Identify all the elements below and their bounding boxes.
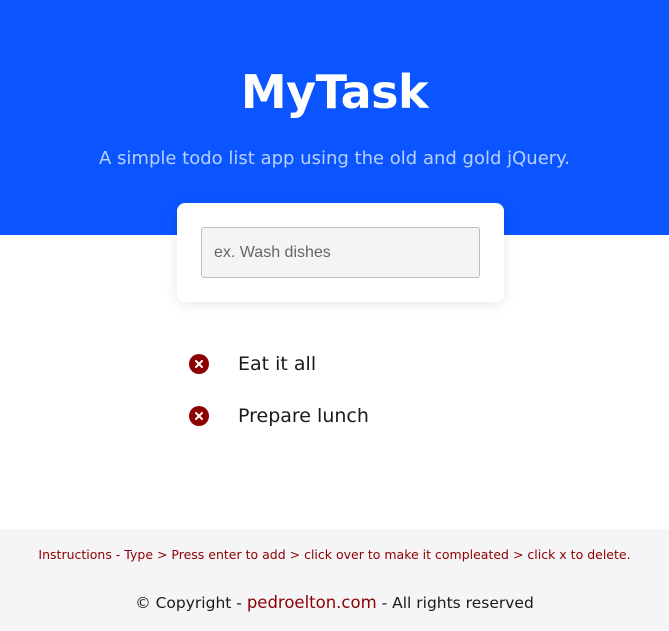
author-site-link[interactable]: pedroelton.com	[247, 593, 377, 612]
copyright-suffix: - All rights reserved	[376, 594, 534, 612]
x-circle-icon[interactable]	[189, 406, 209, 426]
instructions-text: Instructions - Type > Press enter to add…	[38, 547, 631, 562]
x-circle-icon[interactable]	[189, 354, 209, 374]
app-subtitle: A simple todo list app using the old and…	[99, 148, 570, 169]
task-input-card	[177, 203, 504, 302]
footer: Instructions - Type > Press enter to add…	[0, 529, 669, 631]
task-item[interactable]: Eat it all	[187, 349, 487, 379]
copyright-text: © Copyright - pedroelton.com - All right…	[0, 592, 669, 614]
task-text: Eat it all	[238, 353, 317, 375]
task-item[interactable]: Prepare lunch	[187, 401, 487, 431]
app-title: MyTask	[240, 65, 429, 119]
task-input[interactable]	[201, 227, 480, 278]
copyright-prefix: © Copyright -	[135, 594, 247, 612]
hero-header: MyTask A simple todo list app using the …	[0, 0, 669, 235]
task-text: Prepare lunch	[238, 405, 369, 427]
